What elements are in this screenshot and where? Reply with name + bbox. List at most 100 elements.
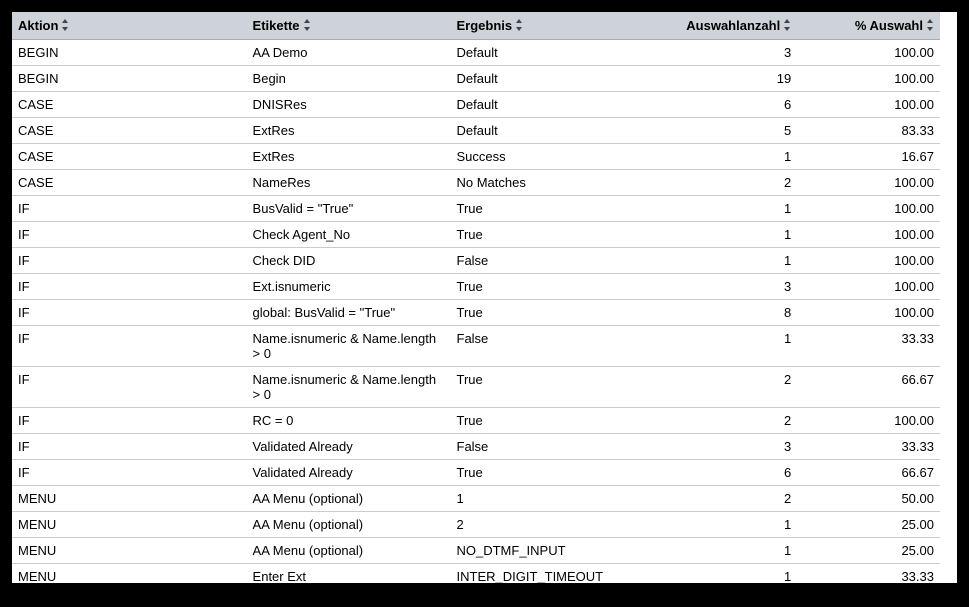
col-aktion-label: Aktion: [18, 18, 58, 33]
table-row[interactable]: IFName.isnumeric & Name.length > 0False1…: [12, 326, 940, 367]
cell-etikette: AA Demo: [247, 40, 451, 66]
cell-ergebnis: 2: [451, 512, 645, 538]
cell-etikette: AA Menu (optional): [247, 538, 451, 564]
cell-ergebnis: Default: [451, 118, 645, 144]
table-row[interactable]: MENUAA Menu (optional)NO_DTMF_INPUT125.0…: [12, 538, 940, 564]
cell-etikette: Ext.isnumeric: [247, 274, 451, 300]
table-row[interactable]: IFValidated AlreadyTrue666.67: [12, 460, 940, 486]
table-row[interactable]: IFExt.isnumericTrue3100.00: [12, 274, 940, 300]
cell-etikette: NameRes: [247, 170, 451, 196]
cell-ergebnis: Default: [451, 66, 645, 92]
table-row[interactable]: MENUEnter ExtINTER_DIGIT_TIMEOUT133.33: [12, 564, 940, 584]
col-ergebnis[interactable]: Ergebnis: [451, 12, 645, 40]
cell-aktion: MENU: [12, 564, 247, 584]
cell-anzahl: 5: [644, 118, 797, 144]
table-body: BEGINAA DemoDefault3100.00BEGINBeginDefa…: [12, 40, 940, 584]
table-header: Aktion Etikette Ergebnis: [12, 12, 940, 40]
col-ergebnis-label: Ergebnis: [457, 18, 513, 33]
cell-prozent: 66.67: [797, 367, 940, 408]
col-auswahlanzahl[interactable]: Auswahlanzahl: [644, 12, 797, 40]
cell-prozent: 100.00: [797, 196, 940, 222]
col-prozent[interactable]: % Auswahl: [797, 12, 940, 40]
cell-etikette: RC = 0: [247, 408, 451, 434]
table-row[interactable]: CASEExtResDefault583.33: [12, 118, 940, 144]
col-prozent-label: % Auswahl: [855, 18, 923, 33]
table-row[interactable]: IFglobal: BusValid = "True"True8100.00: [12, 300, 940, 326]
cell-aktion: IF: [12, 222, 247, 248]
cell-anzahl: 8: [644, 300, 797, 326]
cell-aktion: IF: [12, 434, 247, 460]
cell-etikette: Check DID: [247, 248, 451, 274]
cell-anzahl: 1: [644, 564, 797, 584]
cell-anzahl: 6: [644, 460, 797, 486]
table-row[interactable]: BEGINBeginDefault19100.00: [12, 66, 940, 92]
cell-prozent: 100.00: [797, 222, 940, 248]
cell-prozent: 100.00: [797, 66, 940, 92]
cell-ergebnis: True: [451, 300, 645, 326]
cell-ergebnis: True: [451, 222, 645, 248]
cell-anzahl: 1: [644, 512, 797, 538]
sort-icon: [516, 19, 523, 33]
table-row[interactable]: CASENameResNo Matches2100.00: [12, 170, 940, 196]
cell-etikette: Name.isnumeric & Name.length > 0: [247, 326, 451, 367]
table-row[interactable]: IFCheck DIDFalse1100.00: [12, 248, 940, 274]
cell-ergebnis: 1: [451, 486, 645, 512]
table-row[interactable]: CASEDNISResDefault6100.00: [12, 92, 940, 118]
cell-ergebnis: True: [451, 196, 645, 222]
table-row[interactable]: BEGINAA DemoDefault3100.00: [12, 40, 940, 66]
cell-etikette: DNISRes: [247, 92, 451, 118]
table-row[interactable]: IFBusValid = "True"True1100.00: [12, 196, 940, 222]
cell-ergebnis: True: [451, 274, 645, 300]
cell-anzahl: 1: [644, 222, 797, 248]
cell-aktion: IF: [12, 367, 247, 408]
col-etikette[interactable]: Etikette: [247, 12, 451, 40]
table-row[interactable]: IFName.isnumeric & Name.length > 0True26…: [12, 367, 940, 408]
col-auswahlanzahl-label: Auswahlanzahl: [686, 18, 780, 33]
cell-etikette: ExtRes: [247, 144, 451, 170]
cell-ergebnis: True: [451, 408, 645, 434]
cell-ergebnis: True: [451, 367, 645, 408]
cell-prozent: 33.33: [797, 326, 940, 367]
cell-anzahl: 2: [644, 367, 797, 408]
cell-etikette: global: BusValid = "True": [247, 300, 451, 326]
cell-prozent: 100.00: [797, 170, 940, 196]
cell-anzahl: 1: [644, 538, 797, 564]
cell-prozent: 66.67: [797, 460, 940, 486]
cell-ergebnis: False: [451, 434, 645, 460]
cell-aktion: MENU: [12, 512, 247, 538]
cell-prozent: 100.00: [797, 274, 940, 300]
sort-icon: [62, 19, 69, 33]
col-aktion[interactable]: Aktion: [12, 12, 247, 40]
cell-aktion: CASE: [12, 118, 247, 144]
cell-aktion: CASE: [12, 144, 247, 170]
cell-etikette: Begin: [247, 66, 451, 92]
cell-ergebnis: Default: [451, 92, 645, 118]
table-row[interactable]: IFValidated AlreadyFalse333.33: [12, 434, 940, 460]
cell-anzahl: 6: [644, 92, 797, 118]
cell-etikette: Enter Ext: [247, 564, 451, 584]
table-row[interactable]: MENUAA Menu (optional)2125.00: [12, 512, 940, 538]
table-row[interactable]: CASEExtResSuccess116.67: [12, 144, 940, 170]
cell-anzahl: 2: [644, 486, 797, 512]
cell-aktion: BEGIN: [12, 66, 247, 92]
report-panel: Aktion Etikette Ergebnis: [12, 12, 957, 583]
table-scroll[interactable]: Aktion Etikette Ergebnis: [12, 12, 940, 583]
cell-ergebnis: True: [451, 460, 645, 486]
table-row[interactable]: MENUAA Menu (optional)1250.00: [12, 486, 940, 512]
cell-etikette: Validated Already: [247, 460, 451, 486]
cell-etikette: AA Menu (optional): [247, 486, 451, 512]
cell-aktion: IF: [12, 408, 247, 434]
cell-aktion: CASE: [12, 92, 247, 118]
sort-icon: [784, 19, 791, 33]
cell-aktion: IF: [12, 274, 247, 300]
cell-aktion: MENU: [12, 538, 247, 564]
table-row[interactable]: IFCheck Agent_NoTrue1100.00: [12, 222, 940, 248]
sort-icon: [927, 19, 934, 33]
table-row[interactable]: IFRC = 0True2100.00: [12, 408, 940, 434]
cell-ergebnis: No Matches: [451, 170, 645, 196]
cell-prozent: 100.00: [797, 300, 940, 326]
cell-anzahl: 1: [644, 196, 797, 222]
cell-ergebnis: NO_DTMF_INPUT: [451, 538, 645, 564]
cell-aktion: CASE: [12, 170, 247, 196]
cell-aktion: IF: [12, 300, 247, 326]
